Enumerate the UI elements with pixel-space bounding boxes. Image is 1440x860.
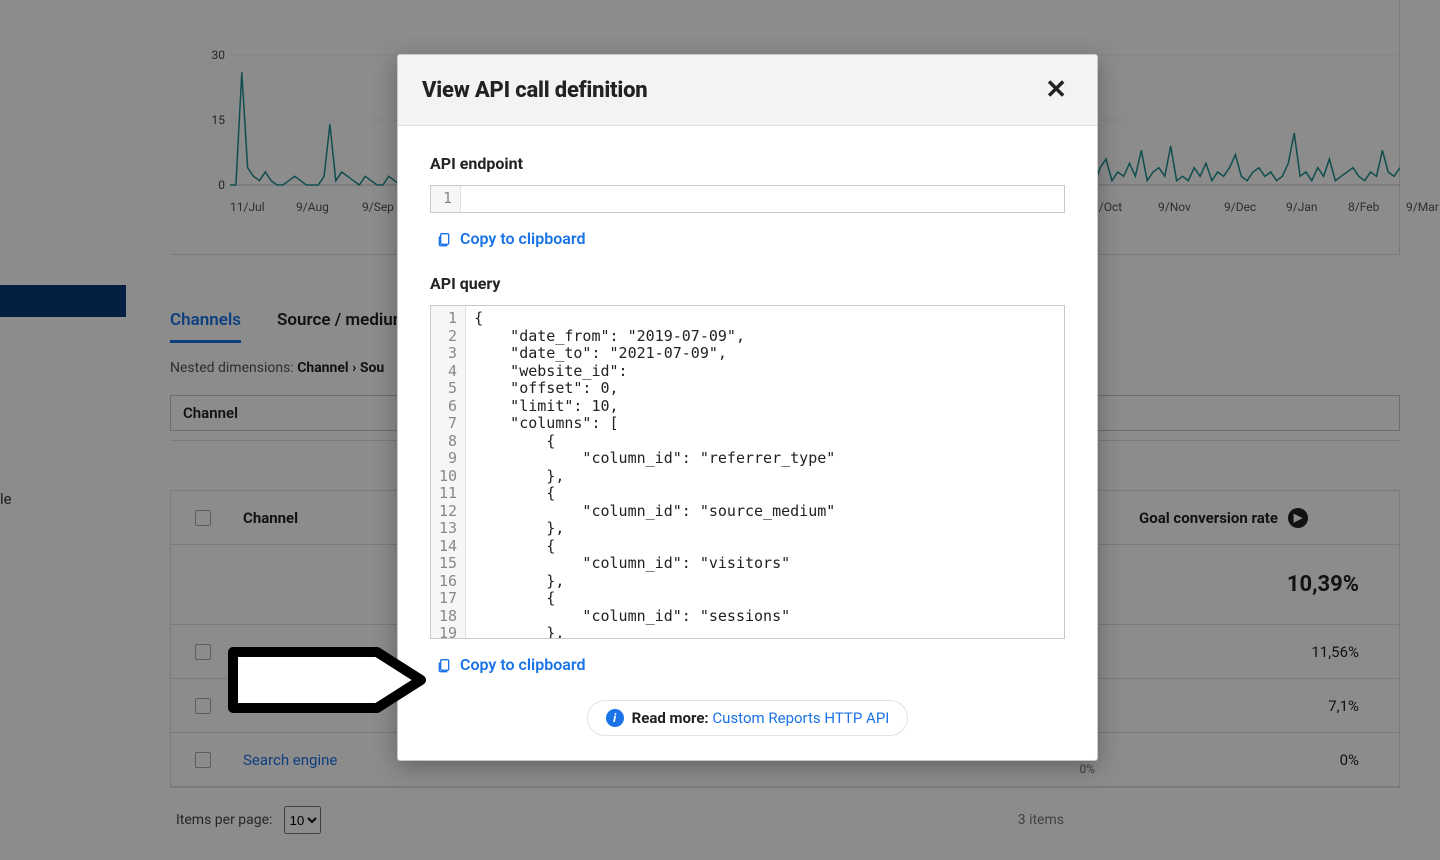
- modal-body: API endpoint 1 Copy to clipboard API que…: [398, 126, 1097, 760]
- endpoint-label: API endpoint: [430, 154, 1065, 173]
- endpoint-codebox[interactable]: 1: [430, 185, 1065, 213]
- clipboard-icon: [436, 231, 452, 247]
- api-definition-modal: View API call definition ✕ API endpoint …: [397, 54, 1098, 761]
- query-label: API query: [430, 274, 1065, 293]
- read-more-label: Read more:: [632, 709, 709, 727]
- modal-header: View API call definition ✕: [398, 55, 1097, 126]
- close-icon[interactable]: ✕: [1039, 73, 1073, 107]
- info-icon: i: [606, 709, 624, 727]
- endpoint-value: [461, 186, 1064, 212]
- modal-title: View API call definition: [422, 78, 647, 103]
- copy-query-label: Copy to clipboard: [460, 655, 585, 674]
- copy-endpoint-button[interactable]: Copy to clipboard: [436, 229, 585, 248]
- copy-endpoint-label: Copy to clipboard: [460, 229, 585, 248]
- read-more-row: i Read more: Custom Reports HTTP API: [430, 700, 1065, 736]
- read-more-pill: i Read more: Custom Reports HTTP API: [587, 700, 909, 736]
- copy-query-button[interactable]: Copy to clipboard: [436, 655, 585, 674]
- read-more-link[interactable]: Custom Reports HTTP API: [712, 709, 889, 727]
- annotation-callout-arrow: [227, 646, 427, 714]
- query-codebox[interactable]: 12345678910111213141516171819 { "date_fr…: [430, 305, 1065, 639]
- clipboard-icon: [436, 657, 452, 673]
